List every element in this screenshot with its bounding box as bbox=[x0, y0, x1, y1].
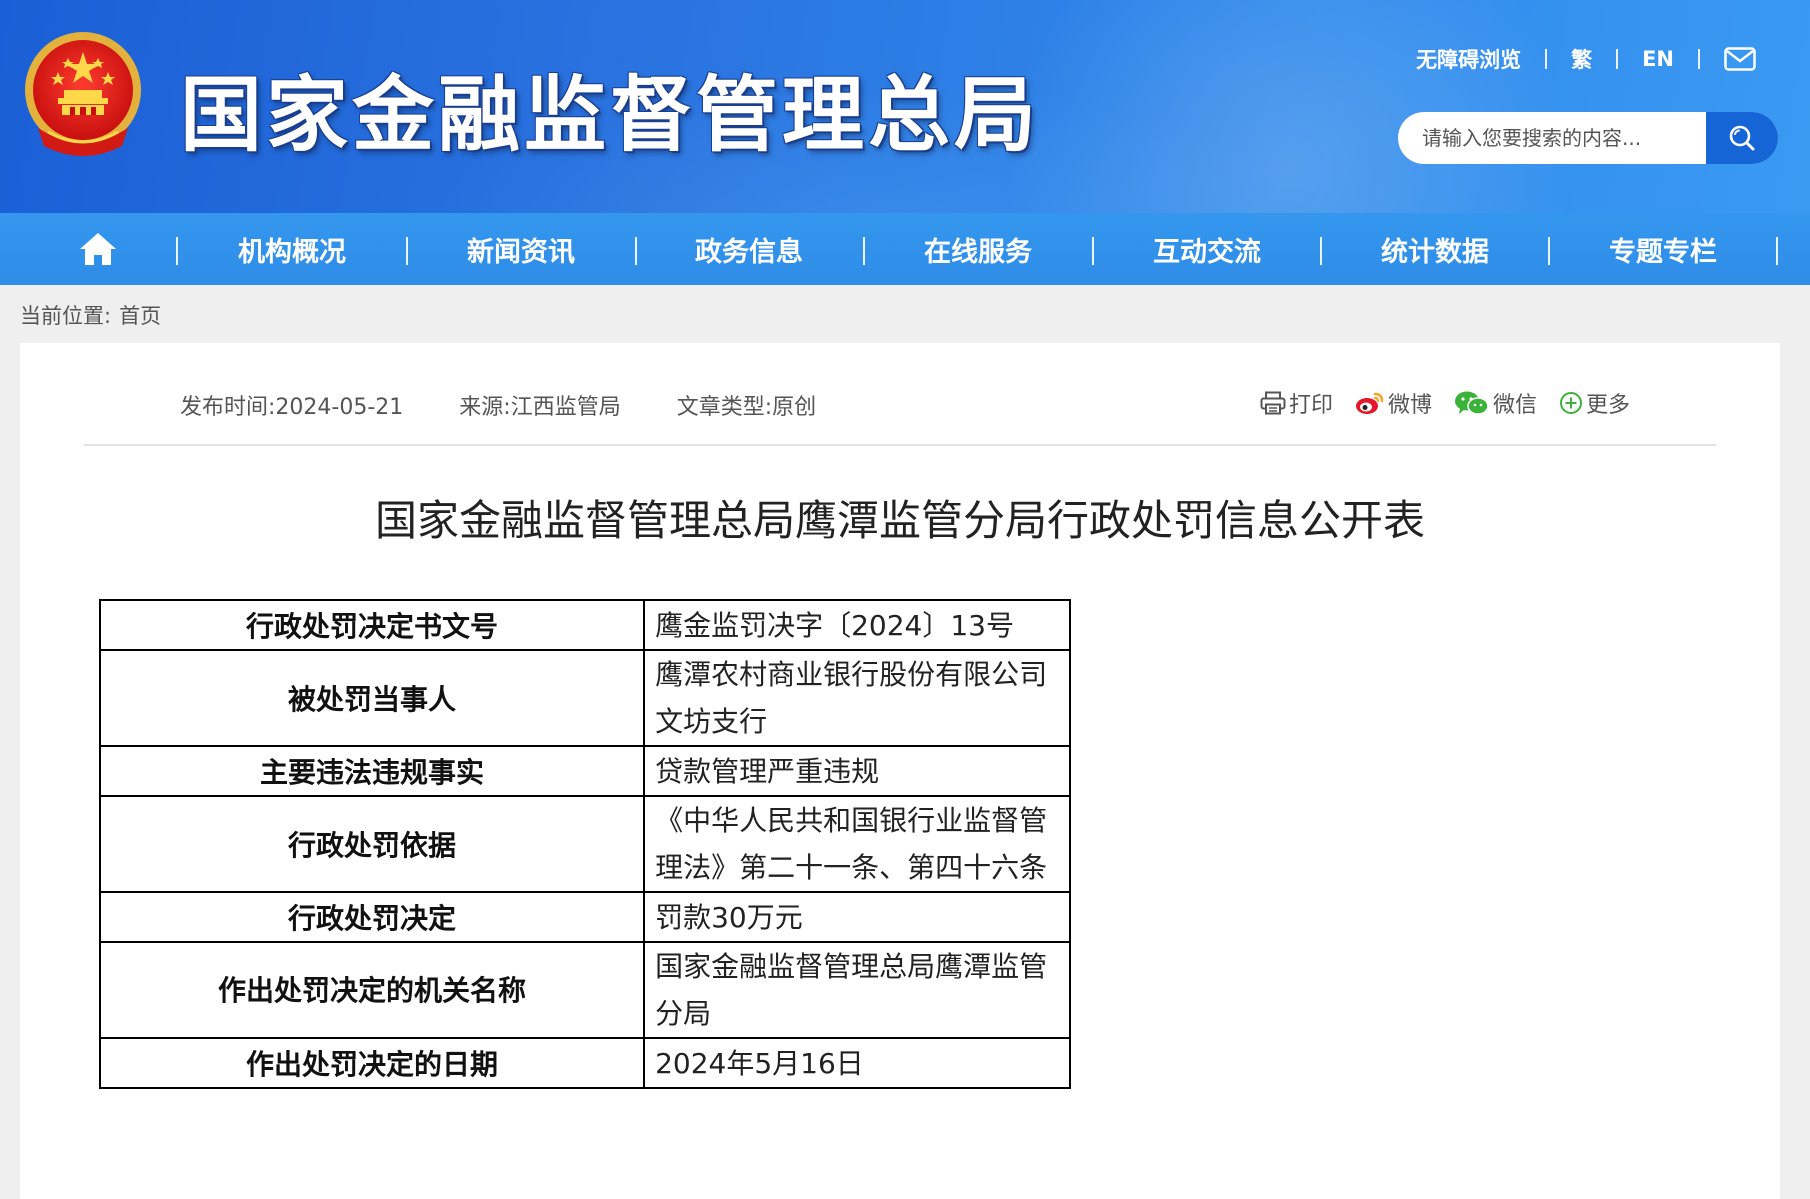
table-row: 作出处罚决定的日期 2024年5月16日 bbox=[98, 1037, 1071, 1089]
more-label: 更多 bbox=[1586, 393, 1631, 418]
table-row: 行政处罚决定书文号 鹰金监罚决字〔2024〕13号 bbox=[98, 599, 1071, 651]
nav-item-news[interactable]: 新闻资讯 bbox=[407, 213, 635, 285]
article-source: 来源:江西监管局 bbox=[459, 395, 621, 420]
wechat-label: 微信 bbox=[1493, 393, 1538, 418]
penalty-info-table: 行政处罚决定书文号 鹰金监罚决字〔2024〕13号 被处罚当事人 鹰潭农村商业银… bbox=[98, 599, 1071, 1089]
nav-home[interactable] bbox=[0, 213, 196, 285]
wechat-share-button[interactable]: 微信 bbox=[1454, 387, 1537, 419]
divider bbox=[1698, 49, 1700, 69]
table-row: 行政处罚依据 《中华人民共和国银行业监督管理法》第二十一条、第四十六条 bbox=[98, 795, 1071, 893]
table-row: 被处罚当事人 鹰潭农村商业银行股份有限公司文坊支行 bbox=[98, 649, 1071, 747]
main-nav: 机构概况 新闻资讯 政务信息 在线服务 互动交流 统计数据 专题专栏 bbox=[0, 213, 1810, 285]
table-row: 主要违法违规事实 贷款管理严重违规 bbox=[98, 745, 1071, 797]
home-icon bbox=[80, 233, 116, 265]
table-row: 行政处罚决定 罚款30万元 bbox=[98, 891, 1071, 943]
print-button[interactable]: 打印 bbox=[1260, 387, 1333, 419]
table-key: 作出处罚决定的日期 bbox=[98, 1037, 646, 1089]
table-key: 作出处罚决定的机关名称 bbox=[98, 941, 646, 1039]
meta-divider bbox=[84, 444, 1716, 446]
national-emblem-icon[interactable] bbox=[18, 28, 148, 163]
article-card: 发布时间:2024-05-21 来源:江西监管局 文章类型:原创 打印 微博 微… bbox=[20, 343, 1780, 1199]
table-key: 行政处罚依据 bbox=[98, 795, 646, 893]
mail-icon[interactable] bbox=[1724, 47, 1756, 71]
table-row: 作出处罚决定的机关名称 国家金融监督管理总局鹰潭监管分局 bbox=[98, 941, 1071, 1039]
table-key: 行政处罚决定 bbox=[98, 891, 646, 943]
nav-item-government-info[interactable]: 政务信息 bbox=[635, 213, 863, 285]
share-toolbar: 打印 微博 微信 更多 bbox=[1260, 387, 1652, 419]
site-header: 国家金融监督管理总局 无障碍浏览 繁 EN bbox=[0, 0, 1810, 213]
breadcrumb-label: 当前位置: bbox=[20, 304, 112, 328]
wechat-icon bbox=[1455, 391, 1489, 415]
table-value: 鹰潭农村商业银行股份有限公司文坊支行 bbox=[643, 649, 1071, 747]
traditional-chinese-link[interactable]: 繁 bbox=[1571, 44, 1592, 74]
nav-item-institution[interactable]: 机构概况 bbox=[178, 213, 406, 285]
publish-date: 发布时间:2024-05-21 bbox=[180, 395, 404, 420]
weibo-label: 微博 bbox=[1388, 393, 1433, 418]
site-title[interactable]: 国家金融监督管理总局 bbox=[180, 48, 1040, 167]
nav-item-online-service[interactable]: 在线服务 bbox=[864, 213, 1092, 285]
search-box bbox=[1398, 112, 1778, 164]
print-icon bbox=[1260, 391, 1286, 415]
article-type: 文章类型:原创 bbox=[676, 395, 817, 420]
table-key: 主要违法违规事实 bbox=[98, 745, 646, 797]
article-title: 国家金融监督管理总局鹰潭监管分局行政处罚信息公开表 bbox=[374, 496, 1425, 545]
breadcrumb: 当前位置: 首页 bbox=[20, 300, 161, 330]
article-meta: 发布时间:2024-05-21 来源:江西监管局 文章类型:原创 bbox=[180, 389, 816, 421]
weibo-icon bbox=[1356, 392, 1384, 414]
divider bbox=[1545, 49, 1548, 69]
search-icon bbox=[1729, 125, 1755, 151]
table-value: 贷款管理严重违规 bbox=[643, 745, 1071, 797]
plus-circle-icon bbox=[1560, 392, 1583, 414]
english-link[interactable]: EN bbox=[1642, 47, 1674, 71]
breadcrumb-home-link[interactable]: 首页 bbox=[119, 304, 161, 328]
nav-item-statistics[interactable]: 统计数据 bbox=[1321, 213, 1549, 285]
table-value: 国家金融监督管理总局鹰潭监管分局 bbox=[643, 941, 1071, 1039]
table-value: 2024年5月16日 bbox=[643, 1037, 1071, 1089]
top-links: 无障碍浏览 繁 EN bbox=[1416, 44, 1756, 74]
table-key: 被处罚当事人 bbox=[98, 649, 646, 747]
nav-item-special-topics[interactable]: 专题专栏 bbox=[1549, 213, 1777, 285]
search-button[interactable] bbox=[1706, 112, 1778, 164]
search-input[interactable] bbox=[1398, 112, 1706, 164]
accessible-browse-link[interactable]: 无障碍浏览 bbox=[1416, 44, 1521, 74]
table-value: 罚款30万元 bbox=[643, 891, 1071, 943]
table-key: 行政处罚决定书文号 bbox=[98, 599, 646, 651]
print-label: 打印 bbox=[1289, 393, 1334, 418]
nav-divider bbox=[1776, 237, 1778, 265]
nav-item-interaction[interactable]: 互动交流 bbox=[1093, 213, 1321, 285]
weibo-share-button[interactable]: 微博 bbox=[1355, 387, 1432, 419]
table-value: 《中华人民共和国银行业监督管理法》第二十一条、第四十六条 bbox=[643, 795, 1071, 893]
divider bbox=[1616, 49, 1619, 69]
more-share-button[interactable]: 更多 bbox=[1559, 387, 1630, 419]
table-value: 鹰金监罚决字〔2024〕13号 bbox=[643, 599, 1071, 651]
